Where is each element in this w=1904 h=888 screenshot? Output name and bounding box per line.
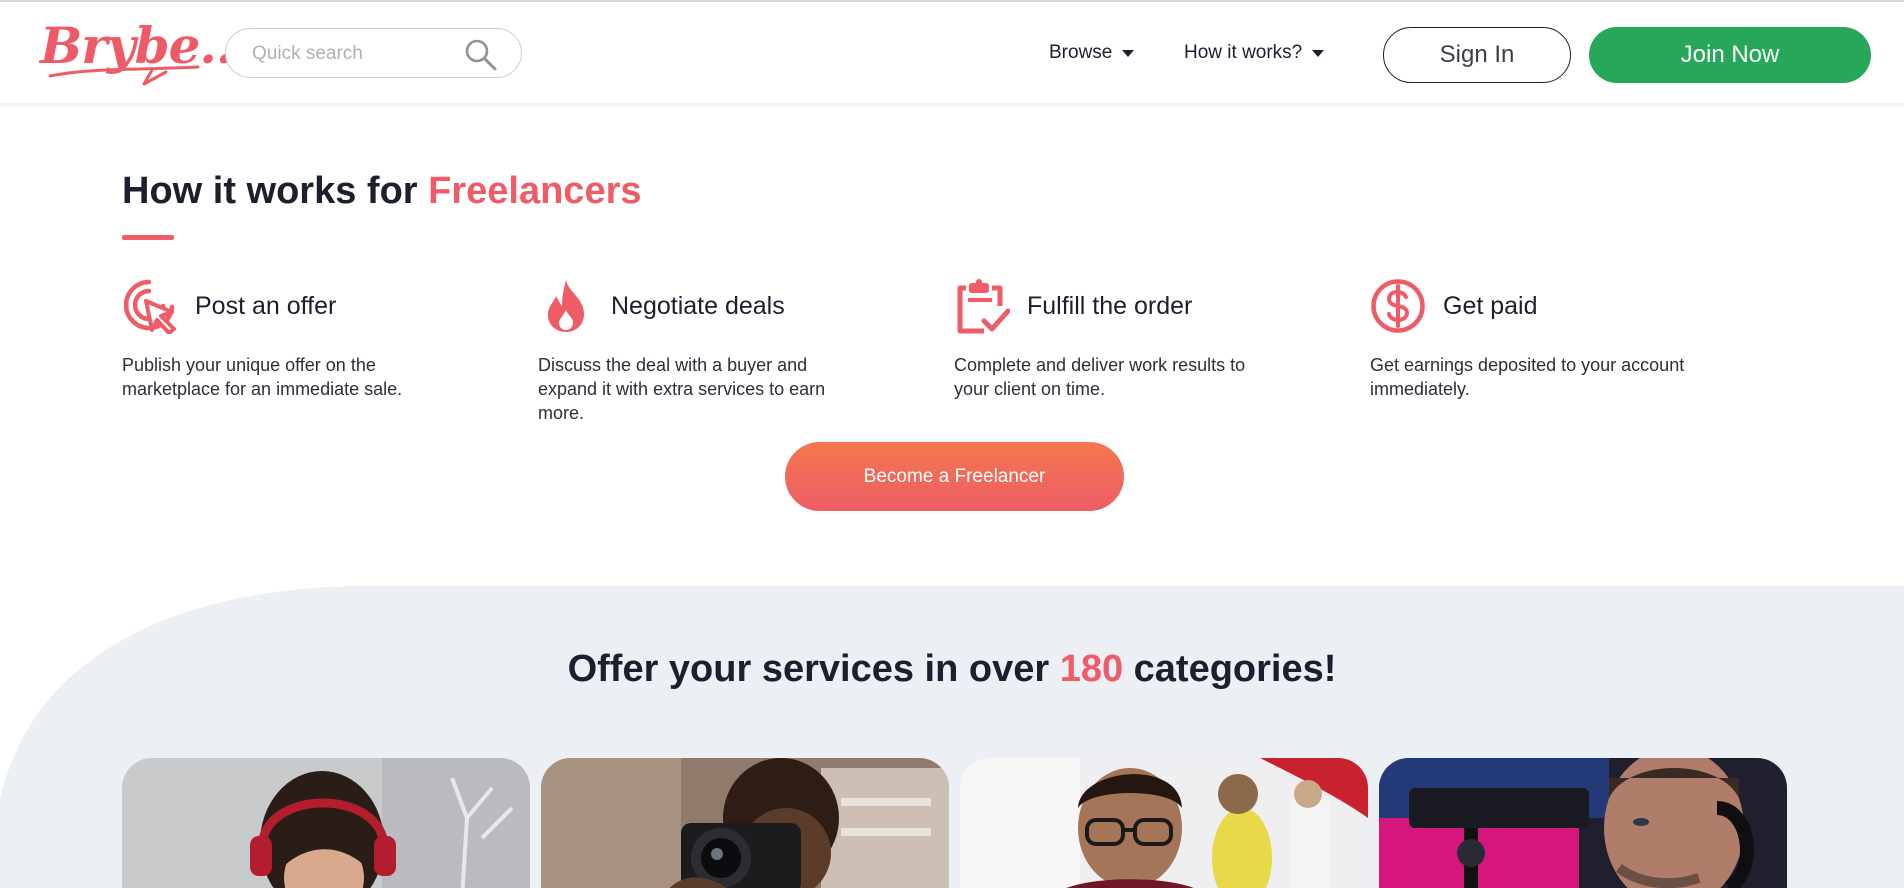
- page: Brybe... Browse How it works? Sign In Jo…: [0, 0, 1904, 888]
- step-title: Negotiate deals: [611, 292, 785, 320]
- category-card-man-with-glasses[interactable]: [960, 758, 1368, 888]
- title-underline: [122, 235, 174, 240]
- category-card-man-with-headset[interactable]: [1379, 758, 1787, 888]
- flame-icon: [548, 280, 584, 332]
- step-description: Complete and deliver work results to you…: [954, 355, 1246, 399]
- how-it-works-title-prefix: How it works for: [122, 170, 429, 212]
- join-now-button[interactable]: Join Now: [1589, 27, 1871, 83]
- step-title: Fulfill the order: [1027, 292, 1193, 320]
- chevron-down-icon: [1122, 49, 1135, 57]
- search-input[interactable]: [252, 41, 462, 67]
- nav-how-it-works-label: How it works?: [1184, 42, 1303, 63]
- clipboard-check-icon: [957, 279, 1010, 334]
- step-title: Post an offer: [195, 292, 337, 320]
- how-it-works-title-accent: Freelancers: [428, 170, 642, 212]
- target-cursor-icon: [123, 279, 176, 334]
- search-icon[interactable]: [464, 38, 498, 77]
- man-with-headset-image: [1379, 758, 1787, 888]
- categories-title: Offer your services in over 180 categori…: [0, 648, 1904, 691]
- dollar-circle-icon: [1371, 279, 1425, 333]
- step-description: Discuss the deal with a buyer and expand…: [538, 355, 826, 423]
- logo-swoosh-icon: [48, 65, 200, 86]
- categories-title-prefix: Offer your services in over: [567, 648, 1060, 690]
- nav-how-it-works[interactable]: How it works?: [1184, 42, 1325, 64]
- category-card-woman-with-headphones[interactable]: [122, 758, 530, 888]
- site-header: Brybe... Browse How it works? Sign In Jo…: [0, 2, 1904, 103]
- how-it-works-title: How it works for Freelancers: [122, 170, 642, 213]
- category-card-man-with-camera[interactable]: [541, 758, 949, 888]
- man-with-camera-image: [541, 758, 949, 888]
- man-with-glasses-image: [960, 758, 1368, 888]
- categories-count: 180: [1059, 648, 1124, 690]
- chevron-down-icon: [1312, 49, 1325, 57]
- woman-with-headphones-image: [122, 758, 530, 888]
- categories-title-suffix: categories!: [1123, 648, 1337, 690]
- step-description: Get earnings deposited to your account i…: [1370, 355, 1685, 399]
- step-title: Get paid: [1443, 292, 1538, 320]
- become-freelancer-button[interactable]: Become a Freelancer: [785, 442, 1124, 511]
- nav-browse-label: Browse: [1049, 42, 1113, 63]
- step-description: Publish your unique offer on the marketp…: [122, 355, 403, 399]
- search-box: [225, 28, 522, 78]
- sign-in-button[interactable]: Sign In: [1383, 27, 1571, 83]
- nav-browse[interactable]: Browse: [1049, 42, 1135, 64]
